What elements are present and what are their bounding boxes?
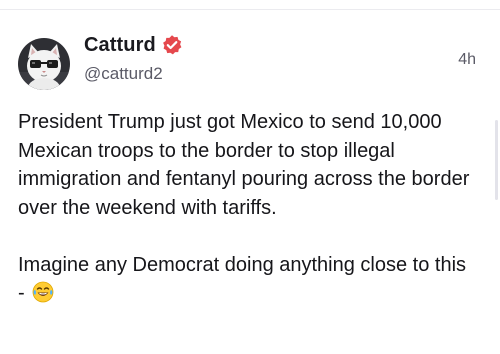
post-timestamp[interactable]: 4h (458, 51, 476, 69)
avatar[interactable] (18, 38, 70, 90)
cat-with-glasses-avatar-icon (18, 38, 70, 90)
author-handle[interactable]: @catturd2 (84, 64, 163, 84)
author-name-row: Catturd (84, 33, 183, 57)
post-paragraph-1: President Trump just got Mexico to send … (18, 111, 470, 219)
post-card: Catturd @catturd2 4h President Trump jus… (0, 10, 500, 354)
app-frame: Catturd @catturd2 4h President Trump jus… (0, 0, 500, 354)
post-body: President Trump just got Mexico to send … (18, 108, 478, 308)
post-paragraph-2: Imagine any Democrat doing anything clos… (18, 251, 478, 308)
scrollbar-thumb[interactable] (495, 120, 498, 200)
verified-badge-icon (161, 34, 183, 56)
post-paragraph-2-text: Imagine any Democrat doing anything clos… (18, 253, 467, 305)
author-display-name[interactable]: Catturd (84, 34, 156, 57)
face-with-tears-of-joy-emoji-icon (32, 281, 54, 303)
